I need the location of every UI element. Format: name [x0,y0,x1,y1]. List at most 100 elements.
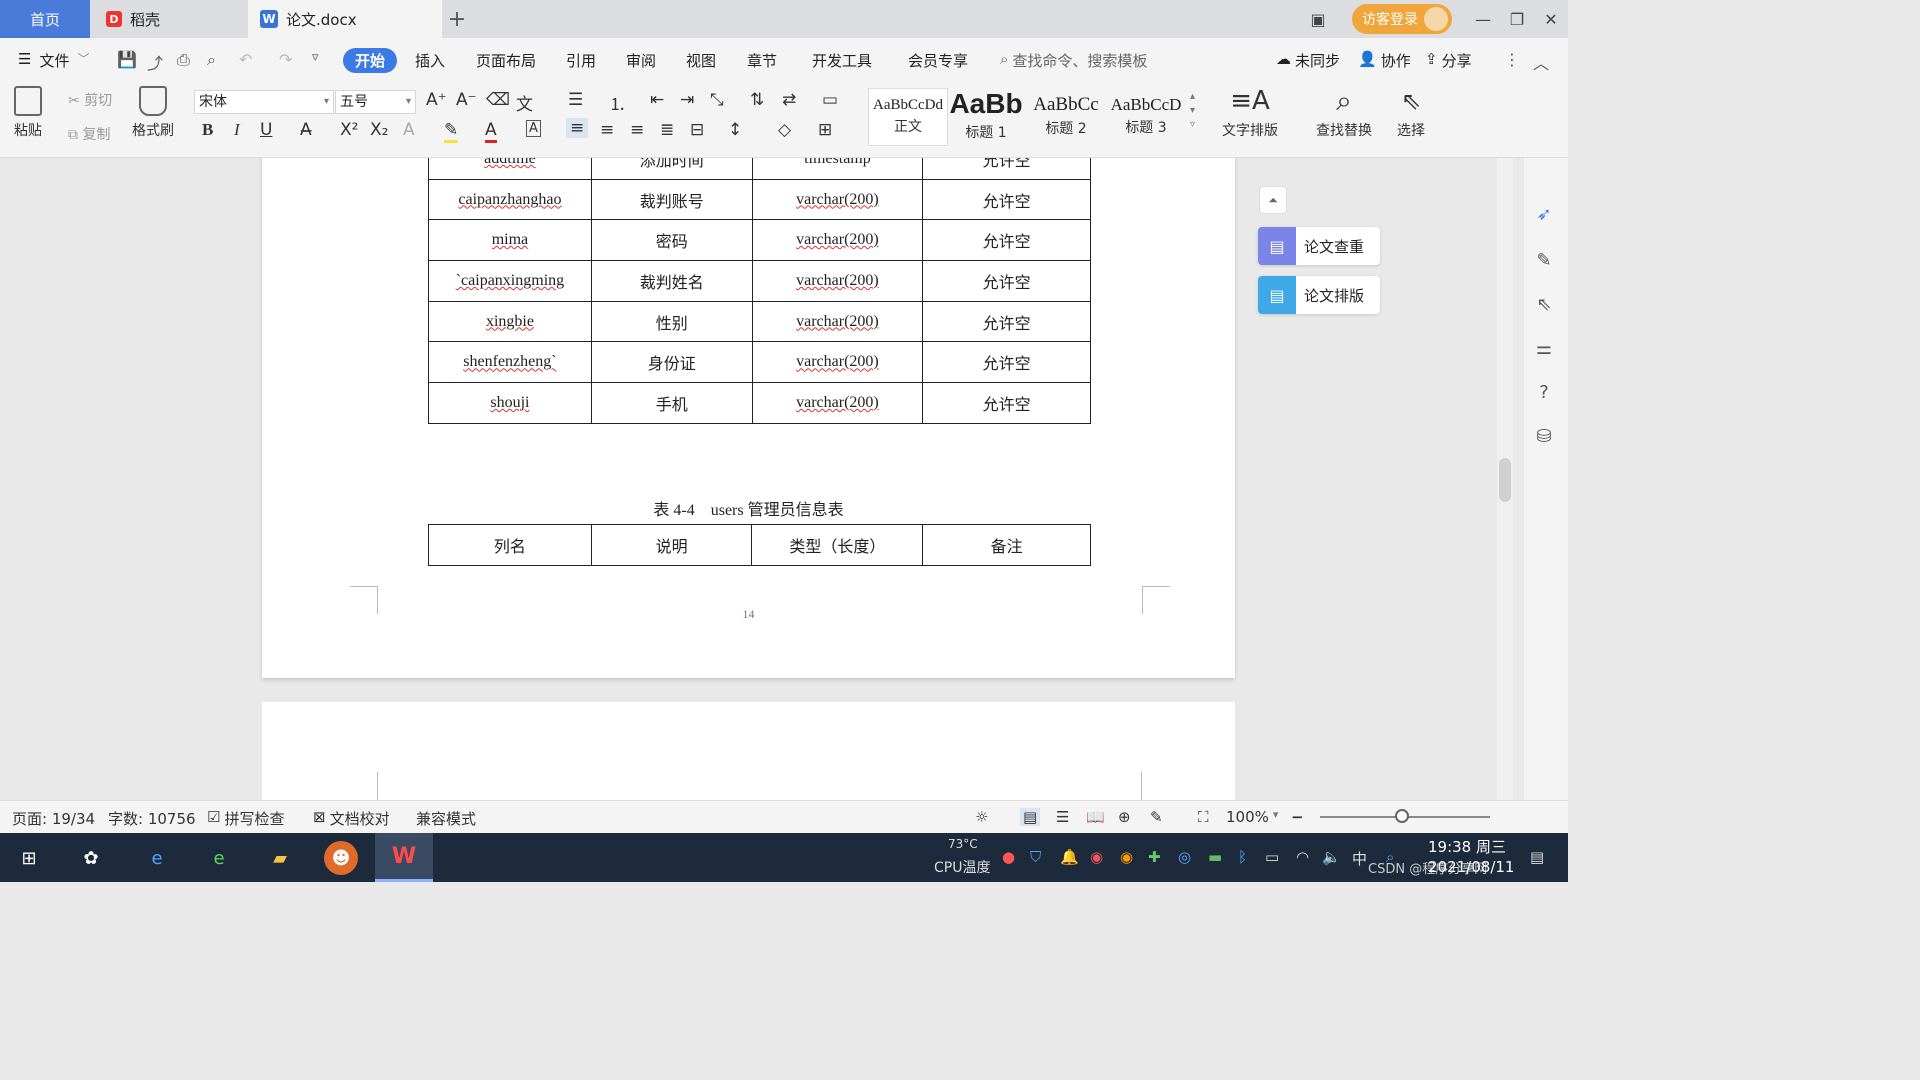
shading-icon[interactable]: ◇ [778,120,791,140]
strikethrough-icon[interactable]: A̶ [300,120,312,140]
subscript-icon[interactable]: X₂ [370,120,388,140]
text-layout-button[interactable]: ≡A 文字排版 [1222,86,1278,140]
shield-icon[interactable]: ⛉ [1030,848,1041,866]
style-heading-2[interactable]: AaBbCc 标题 2 [1026,88,1106,146]
tab-chapter[interactable]: 章节 [747,50,777,71]
share-button[interactable]: ⇪ 分享 [1425,50,1472,71]
tray-app-icon[interactable]: ● [1002,848,1015,866]
shrink-font-icon[interactable]: A⁻ [456,90,477,110]
sync-status[interactable]: ☁ 未同步 [1276,50,1340,71]
command-search[interactable]: ⌕ 查找命令、搜索模板 [1000,50,1147,71]
style-heading-3[interactable]: AaBbCcD 标题 3 [1106,88,1186,146]
redo-icon[interactable]: ↷ [279,50,292,69]
italic-icon[interactable]: I [234,120,240,140]
tab-start[interactable]: 开始 [343,48,397,73]
superscript-icon[interactable]: X² [340,120,358,140]
tray-plus-icon[interactable]: ✚ [1148,848,1161,866]
zoom-out-icon[interactable]: − [1291,808,1304,826]
more-icon[interactable]: ⋮ [1504,50,1520,69]
sort-icon[interactable]: ⇅ [750,90,764,110]
export-icon[interactable]: ⤴ [147,50,163,74]
help-icon[interactable]: ? [1532,382,1556,406]
pen-mode-icon[interactable]: ✎ [1150,808,1163,826]
pointer-icon[interactable]: ⇖ [1532,294,1556,318]
customize-icon[interactable]: ▿ [312,50,319,65]
distribute-icon[interactable]: ⊟ [690,120,704,140]
format-painter-button[interactable]: 格式刷 [132,86,174,140]
paper-layout-button[interactable]: ▤ 论文排版 [1258,276,1380,314]
tab-developer[interactable]: 开发工具 [812,50,872,71]
print-preview-icon[interactable]: ⌕ [207,50,216,70]
web-view-icon[interactable]: ⊕ [1118,808,1131,826]
style-gallery-scroll-icon[interactable]: ▴ ▾ ▿ [1190,90,1195,132]
minimize-icon[interactable]: — [1470,6,1496,32]
zoom-slider-handle[interactable] [1395,809,1409,823]
collapse-ribbon-icon[interactable]: ︿ [1533,50,1549,74]
style-heading-1[interactable]: AaBb 标题 1 [946,88,1026,146]
paper-check-button[interactable]: ▤ 论文查重 [1258,227,1380,265]
cut-button[interactable]: ✂ 剪切 [68,90,112,110]
font-name-select[interactable]: 宋体 ▾ [194,90,334,114]
wifi-icon[interactable]: ◠ [1296,848,1309,866]
collaborate-button[interactable]: 👤 协作 [1358,50,1411,71]
tab-references[interactable]: 引用 [566,50,596,71]
tab-daoke[interactable]: D 稻壳 [90,0,248,38]
restore-icon[interactable]: ❐ [1504,6,1530,32]
rocket-icon[interactable]: ➶ [1532,204,1556,228]
proofread-button[interactable]: ⊠ 文档校对 [313,808,390,829]
align-center-icon[interactable]: ≡ [600,120,614,140]
sliders-icon[interactable]: ⚌ [1532,338,1556,362]
ie-browser-icon[interactable]: e [140,841,174,875]
fit-page-icon[interactable]: ⛶ [1198,808,1209,826]
browser-360-icon[interactable]: e [202,841,236,875]
line-spacing-icon[interactable]: ↕ [728,120,742,140]
word-count[interactable]: 字数: 10756 [108,808,196,829]
visitor-login-button[interactable]: 访客登录 [1352,4,1452,34]
grow-font-icon[interactable]: A⁺ [426,90,447,110]
underline-icon[interactable]: U [260,120,272,140]
justify-icon[interactable]: ≣ [660,120,674,140]
volume-icon[interactable]: 🔈 [1322,848,1341,866]
phonetic-icon[interactable]: 文 [516,90,533,115]
align-right-icon[interactable]: ≡ [630,120,644,140]
notification-bell-icon[interactable]: 🔔 [1060,848,1079,866]
file-menu[interactable]: ☰ 文件 ﹀ [18,50,89,71]
align-left-icon[interactable]: ≡ [566,118,589,138]
font-color-icon[interactable]: A [485,120,497,143]
outline-view-icon[interactable]: ☰ [1056,808,1069,826]
close-icon[interactable]: ✕ [1538,6,1564,32]
game-app-icon[interactable]: ☻ [324,841,358,875]
document-page[interactable]: addtime 添加时间 timestamp 允许空 caipanzhanghao 裁判账… [262,158,1235,678]
page-indicator[interactable]: 页面: 19/34 [12,808,95,829]
print-icon[interactable]: ⎙ [177,50,190,70]
ime-indicator[interactable]: 中 [1352,848,1367,869]
select-button[interactable]: ⇖ 选择 [1397,86,1425,140]
new-tab-button[interactable]: + [446,0,468,38]
eye-protection-icon[interactable]: ☼ [975,808,988,826]
spell-check-button[interactable]: ☑ 拼写检查 [207,808,284,829]
pen-icon[interactable]: ✎ [1532,250,1556,274]
action-center-icon[interactable]: ▤ [1530,848,1544,866]
clear-format-icon[interactable]: ⌫ [486,90,510,110]
scrollbar-thumb[interactable] [1499,458,1511,502]
undo-icon[interactable]: ↶ [239,50,252,69]
paste-button[interactable]: 粘贴 [14,86,42,140]
document-workspace[interactable]: addtime 添加时间 timestamp 允许空 caipanzhanghao 裁判账… [0,158,1568,800]
convert-icon[interactable]: ⇄ [782,90,796,110]
file-explorer-icon[interactable]: ▰ [263,841,297,875]
next-document-page[interactable] [262,702,1235,800]
battery-icon[interactable]: ▭ [1265,848,1279,866]
window-layout-icon[interactable]: ▣ [1305,6,1331,32]
bold-icon[interactable]: B [202,120,213,140]
char-border-icon[interactable]: A [526,120,541,137]
text-effect-icon[interactable]: A [403,120,415,140]
windows-start-icon[interactable]: ⊞ [12,841,46,875]
increase-indent-icon[interactable]: ⇥ [680,90,694,110]
collapse-panel-button[interactable]: ⏶ [1259,186,1287,214]
borders-icon[interactable]: ⊞ [818,120,832,140]
tray-app-icon[interactable]: ◉ [1120,848,1133,866]
tab-home[interactable]: 首页 [0,0,90,38]
copy-button[interactable]: ⧉ 复制 [68,124,110,144]
wps-writer-icon[interactable]: W [375,833,433,882]
text-direction-icon[interactable]: ⤡ [710,90,724,110]
